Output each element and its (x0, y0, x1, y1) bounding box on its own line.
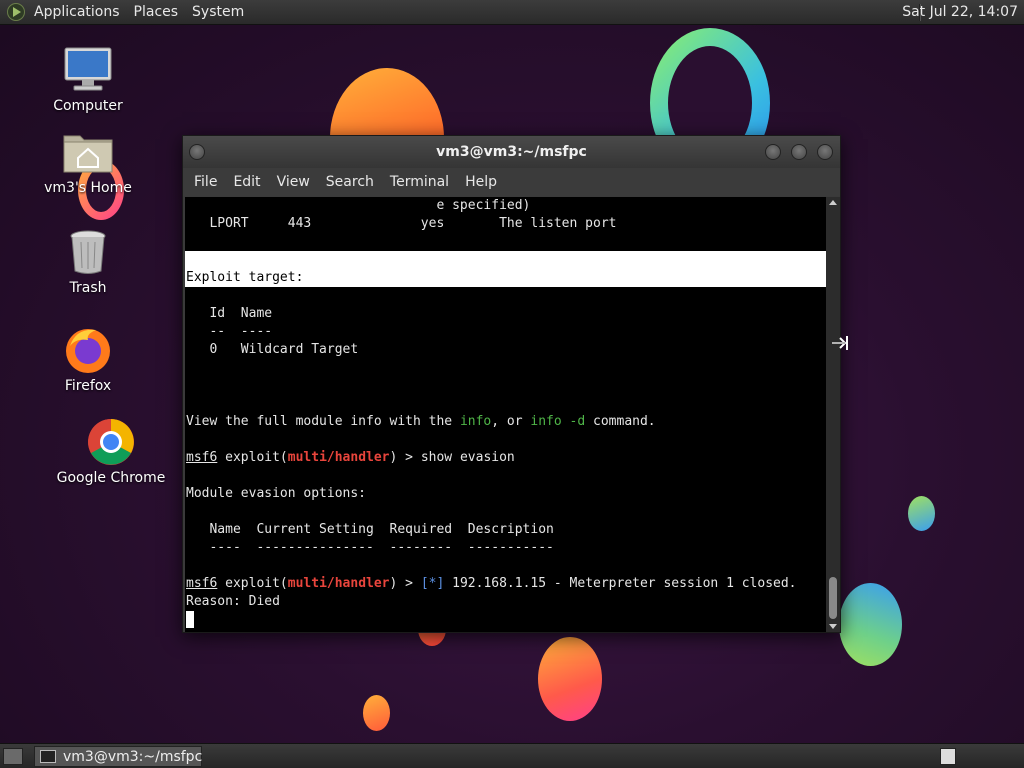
text: ) > (389, 576, 421, 591)
desktop-icon-label: Computer (53, 98, 123, 114)
menu-edit[interactable]: Edit (225, 174, 268, 190)
terminal-window[interactable]: vm3@vm3:~/msfpc File Edit View Search Te… (182, 135, 841, 633)
text: exploit( (217, 576, 288, 591)
desktop-icon-computer[interactable]: Computer (33, 46, 143, 114)
desktop-icon-home[interactable]: vm3's Home (33, 128, 143, 196)
applications-logo-icon[interactable] (7, 3, 25, 21)
clock[interactable]: Sat Jul 22, 14:07 (892, 0, 1024, 25)
trash-icon (62, 228, 114, 276)
wallpaper-blob-small-bottom (363, 695, 390, 731)
prompt-msf6: msf6 (186, 576, 218, 591)
menu-file[interactable]: File (186, 174, 225, 190)
bottom-panel: vm3@vm3:~/msfpc (0, 743, 1024, 768)
chrome-icon (85, 418, 137, 466)
workspace-switcher[interactable] (940, 748, 956, 765)
close-button[interactable] (817, 144, 833, 160)
text: info (459, 414, 492, 429)
scroll-down-icon[interactable] (829, 624, 837, 629)
home-folder-icon (62, 128, 114, 176)
window-menu-icon[interactable] (189, 144, 205, 160)
terminal-line: Reason: Died (186, 594, 280, 609)
scroll-up-icon[interactable] (829, 200, 837, 205)
minimize-button[interactable] (765, 144, 781, 160)
terminal-prompt-line: msf6 exploit(multi/handler) > [*] 192.16… (186, 575, 797, 593)
desktop-icon-label: Firefox (64, 378, 112, 394)
terminal-icon (40, 750, 56, 763)
scroll-thumb[interactable] (829, 577, 837, 619)
firefox-icon (62, 326, 114, 374)
menu-applications[interactable]: Applications (27, 0, 127, 25)
terminal-line: LPORT 443 yes The listen port (186, 216, 617, 231)
window-titlebar[interactable]: vm3@vm3:~/msfpc (183, 136, 840, 168)
command-text: show evasion (420, 450, 515, 465)
terminal-line: Name Current Setting Required Descriptio… (186, 522, 554, 537)
wallpaper-blob-right-large (839, 583, 902, 666)
computer-icon (62, 46, 114, 94)
text: info -d (530, 414, 586, 429)
taskbar-terminal-button[interactable]: vm3@vm3:~/msfpc (34, 746, 202, 767)
scrollbar[interactable] (826, 197, 840, 632)
terminal-line: 0 Wildcard Target (186, 342, 359, 357)
wallpaper-blob-bottom-center (538, 637, 602, 721)
menu-terminal[interactable]: Terminal (382, 174, 457, 190)
terminal-output[interactable]: e specified) LPORT 443 yes The listen po… (185, 197, 826, 632)
terminal-line: e specified) (186, 198, 531, 213)
desktop-icon-label: Google Chrome (56, 470, 166, 486)
terminal-cursor (186, 611, 194, 628)
top-panel: Applications Places System Sat Jul 22, 1… (0, 0, 1024, 25)
desktop-icon-chrome[interactable]: Google Chrome (56, 418, 166, 486)
menu-search[interactable]: Search (318, 174, 382, 190)
maximize-button[interactable] (791, 144, 807, 160)
taskbar-label: vm3@vm3:~/msfpc (63, 749, 203, 765)
desktop-icon-firefox[interactable]: Firefox (33, 326, 143, 394)
wallpaper-blob-right-small (908, 496, 935, 531)
desktop-icon-label: vm3's Home (44, 180, 132, 196)
terminal-line: Module evasion options: (186, 486, 367, 501)
status-marker: [*] (420, 576, 445, 591)
window-title: vm3@vm3:~/msfpc (436, 144, 587, 160)
terminal-prompt-line: msf6 exploit(multi/handler) > show evasi… (186, 449, 515, 467)
text: 192.168.1.15 - Meterpreter session 1 clo… (444, 576, 797, 591)
terminal-line: -- ---- (186, 324, 273, 339)
terminal-line: Id Name (186, 306, 273, 321)
text: , or (491, 414, 531, 429)
menu-system[interactable]: System (185, 0, 251, 25)
prompt-module: multi/handler (287, 450, 390, 465)
resize-cursor-icon (832, 336, 848, 350)
menu-places[interactable]: Places (127, 0, 186, 25)
text: command. (585, 414, 656, 429)
menu-view[interactable]: View (269, 174, 318, 190)
text: exploit( (217, 450, 288, 465)
terminal-menubar: File Edit View Search Terminal Help (183, 168, 840, 196)
show-desktop-button[interactable] (3, 748, 23, 765)
menu-help[interactable]: Help (457, 174, 505, 190)
prompt-module: multi/handler (287, 576, 390, 591)
terminal-line: Exploit target: (186, 270, 304, 285)
terminal-line: View the full module info with the info,… (186, 413, 656, 431)
prompt-msf6: msf6 (186, 450, 218, 465)
desktop-icon-trash[interactable]: Trash (33, 228, 143, 296)
text: ) > (389, 450, 421, 465)
terminal-line: ---- --------------- -------- ----------… (186, 540, 554, 555)
text: View the full module info with the (186, 414, 460, 429)
desktop-icon-label: Trash (69, 280, 107, 296)
